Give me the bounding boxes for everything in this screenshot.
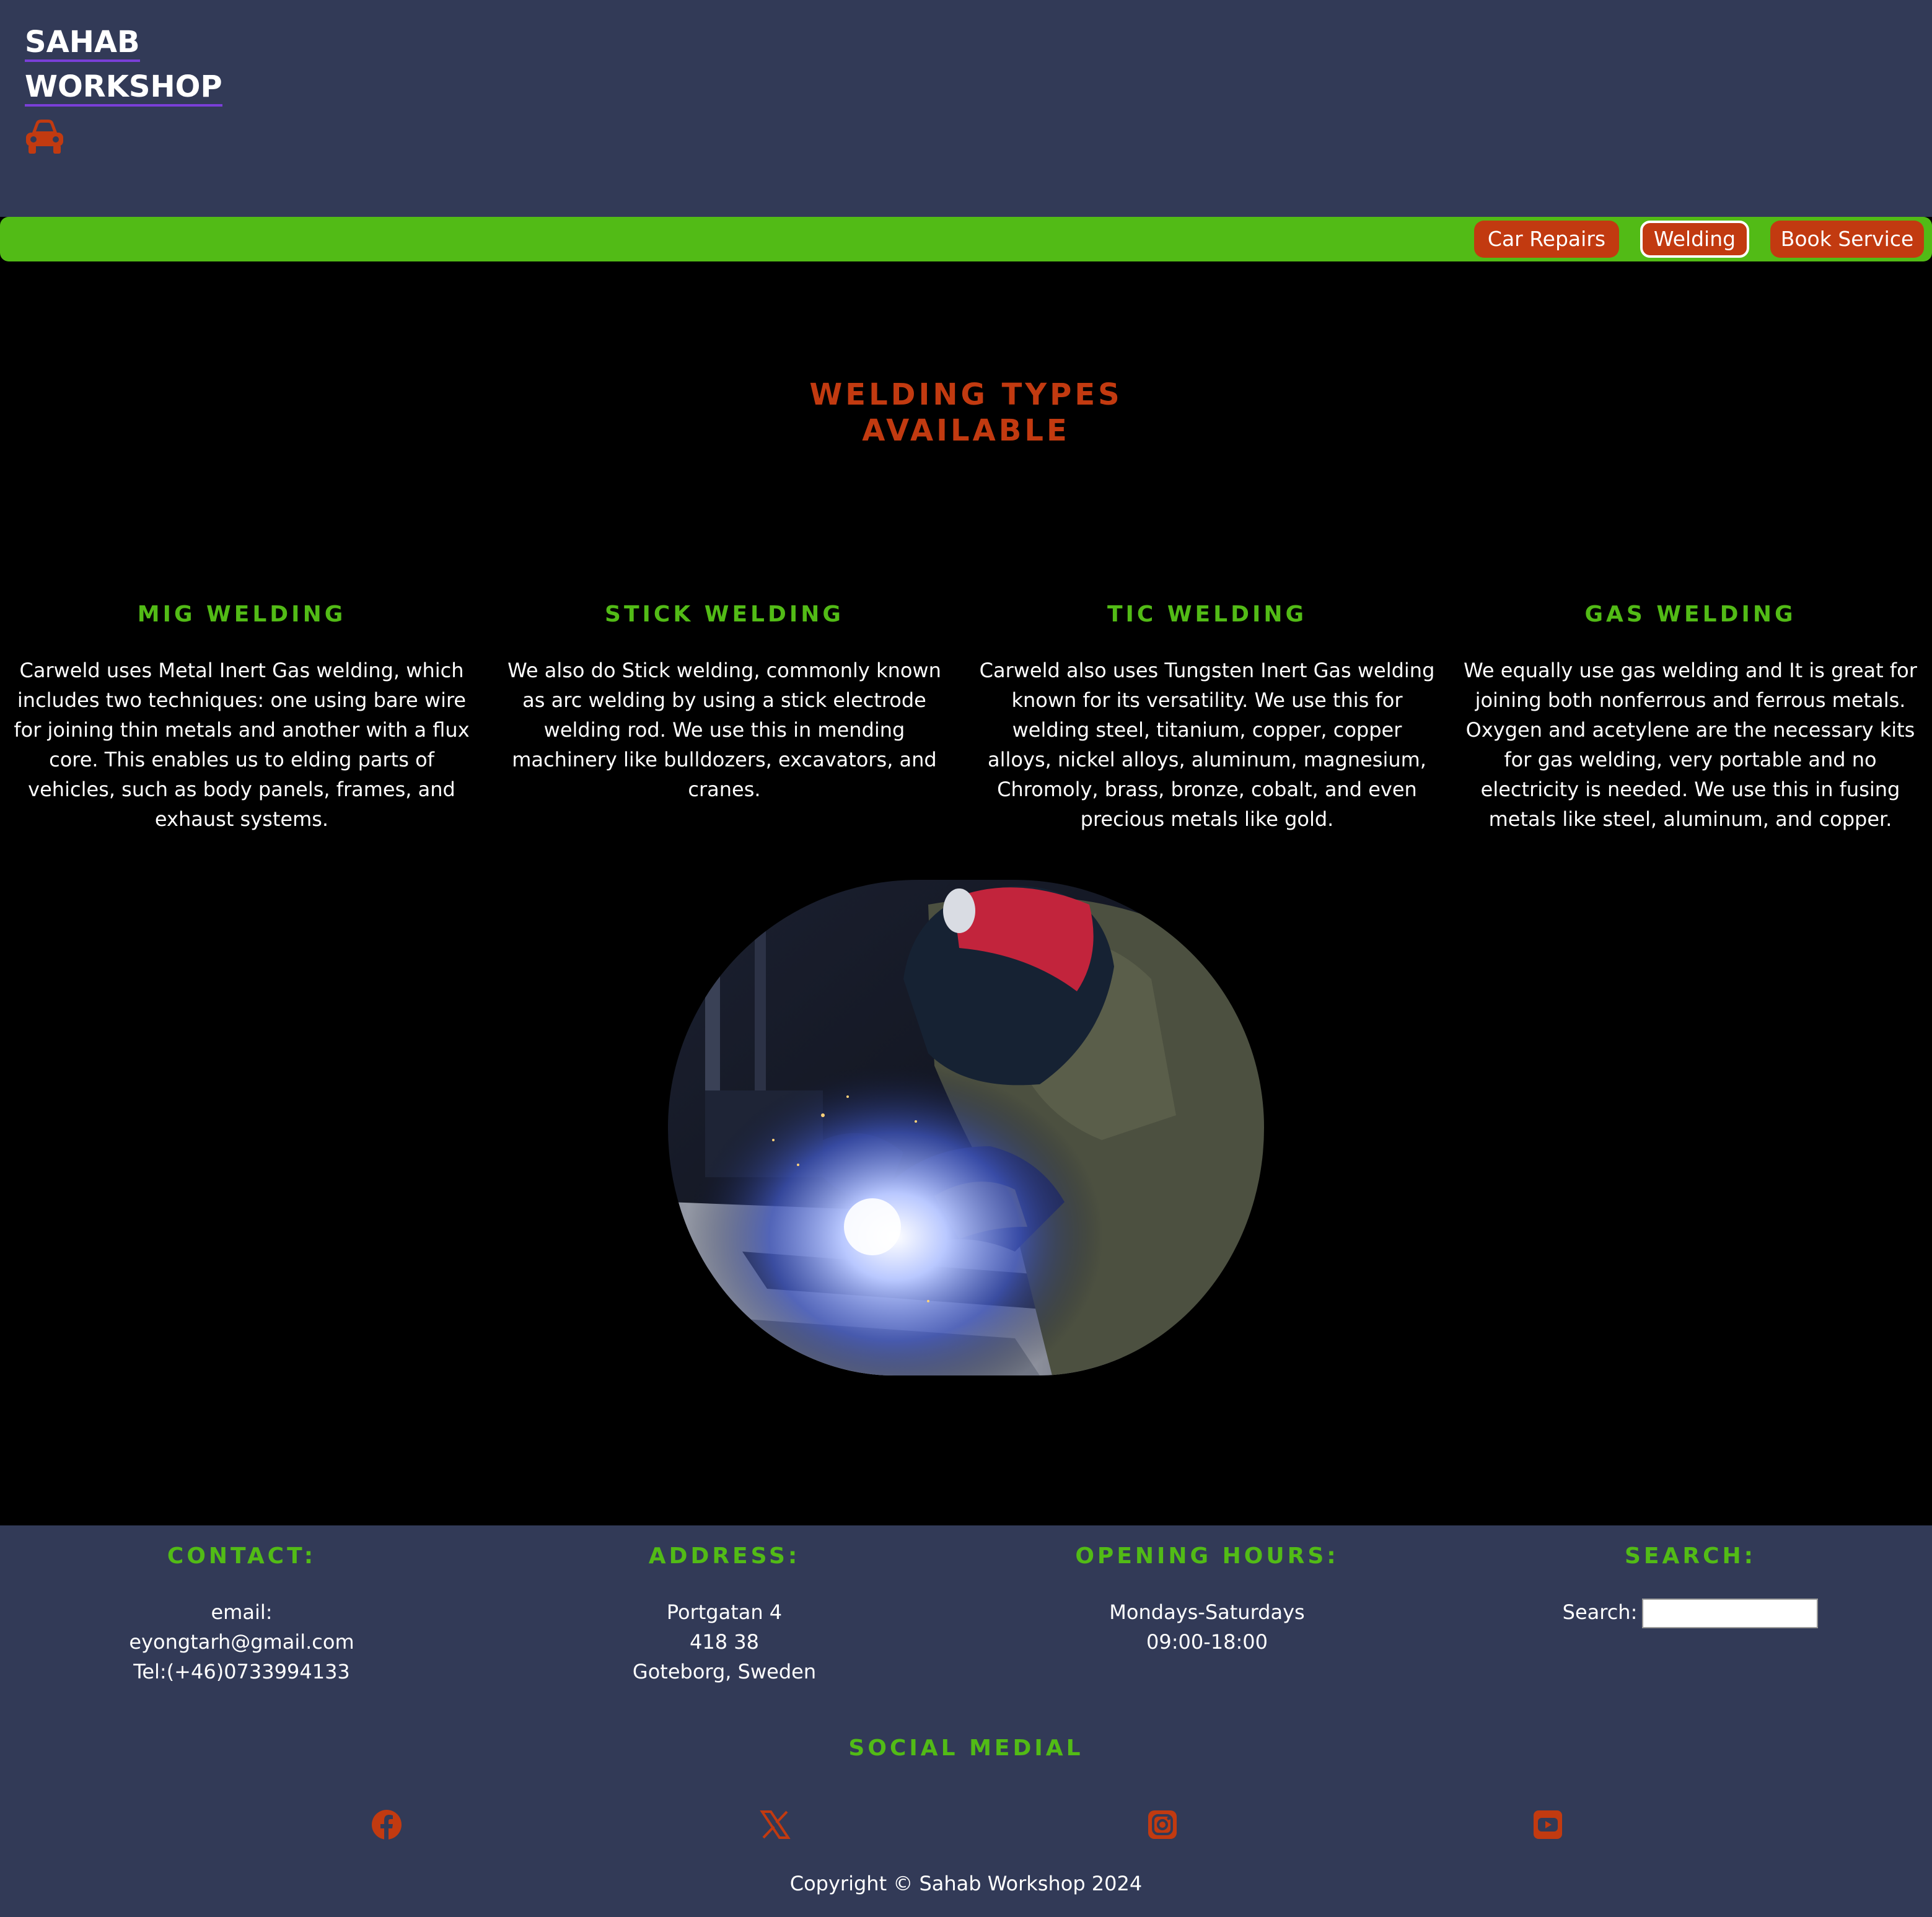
- welding-type-heading: GAS WELDING: [1584, 602, 1796, 627]
- nav-car-repairs-button[interactable]: Car Repairs: [1474, 221, 1619, 258]
- footer-search: SEARCH: Search:: [1449, 1538, 1932, 1628]
- logo-line-2: WORKSHOP: [25, 69, 222, 107]
- welder-illustration: [668, 880, 1264, 1375]
- nav-book-service-button[interactable]: Book Service: [1770, 221, 1924, 258]
- site-footer: CONTACT: email: eyongtarh@gmail.com Tel:…: [0, 1525, 1932, 1917]
- welding-type-heading: MIG WELDING: [137, 602, 346, 627]
- logo-line-1: SAHAB: [25, 25, 140, 62]
- nav-welding-button[interactable]: Welding: [1640, 221, 1749, 258]
- main-nav: Car Repairs Welding Book Service: [0, 217, 1932, 261]
- footer-contact: CONTACT: email: eyongtarh@gmail.com Tel:…: [0, 1538, 483, 1687]
- footer-hours: OPENING HOURS: Mondays-Saturdays 09:00-1…: [965, 1538, 1449, 1657]
- page-title: WELDING TYPES AVAILABLE: [0, 377, 1932, 449]
- footer-address-heading: ADDRESS:: [648, 1543, 801, 1569]
- welding-type-heading: STICK WELDING: [605, 602, 844, 627]
- welding-type-gas: GAS WELDING We equally use gas welding a…: [1461, 596, 1920, 834]
- hours-days: Mondays-Saturdays: [1109, 1600, 1305, 1624]
- site-logo[interactable]: SAHAB WORKSHOP: [25, 20, 248, 109]
- address-line-1: Portgatan 4: [666, 1600, 783, 1624]
- x-icon[interactable]: [760, 1809, 791, 1840]
- page-title-line-1: WELDING TYPES: [809, 377, 1123, 412]
- welding-type-description: Carweld also uses Tungsten Inert Gas wel…: [979, 659, 1435, 831]
- social-media-heading: SOCIAL MEDIAL: [848, 1735, 1084, 1761]
- instagram-icon[interactable]: [1147, 1809, 1178, 1840]
- site-header: SAHAB WORKSHOP: [0, 0, 1932, 217]
- copyright-text: Copyright © Sahab Workshop 2024: [789, 1872, 1143, 1895]
- welding-type-tic: TIC WELDING Carweld also uses Tungsten I…: [978, 596, 1436, 834]
- footer-search-heading: SEARCH:: [1624, 1543, 1757, 1569]
- facebook-icon[interactable]: [371, 1809, 402, 1840]
- welder-hero-image: [668, 880, 1264, 1375]
- address-line-2: 418 38: [690, 1630, 759, 1654]
- footer-hours-heading: OPENING HOURS:: [1075, 1543, 1339, 1569]
- search-input[interactable]: [1642, 1599, 1819, 1628]
- hours-time: 09:00-18:00: [1146, 1630, 1268, 1654]
- welding-type-description: We equally use gas welding and It is gre…: [1464, 659, 1917, 831]
- search-label: Search:: [1562, 1600, 1638, 1624]
- welding-type-description: Carweld uses Metal Inert Gas welding, wh…: [14, 659, 470, 831]
- address-line-3: Goteborg, Sweden: [632, 1660, 817, 1683]
- youtube-icon[interactable]: [1532, 1809, 1563, 1840]
- footer-contact-heading: CONTACT:: [167, 1543, 317, 1569]
- car-icon: [26, 120, 63, 154]
- welding-type-stick: STICK WELDING We also do Stick welding, …: [495, 596, 954, 804]
- contact-phone[interactable]: Tel:(+46)0733994133: [0, 1657, 483, 1687]
- footer-address: ADDRESS: Portgatan 4 418 38 Goteborg, Sw…: [483, 1538, 966, 1687]
- contact-email-label: email:: [211, 1600, 273, 1624]
- welding-type-heading: TIC WELDING: [1107, 602, 1307, 627]
- page-title-line-2: AVAILABLE: [862, 413, 1070, 448]
- welding-type-description: We also do Stick welding, commonly known…: [507, 659, 941, 801]
- welding-type-mig: MIG WELDING Carweld uses Metal Inert Gas…: [12, 596, 471, 834]
- contact-email[interactable]: eyongtarh@gmail.com: [0, 1627, 483, 1657]
